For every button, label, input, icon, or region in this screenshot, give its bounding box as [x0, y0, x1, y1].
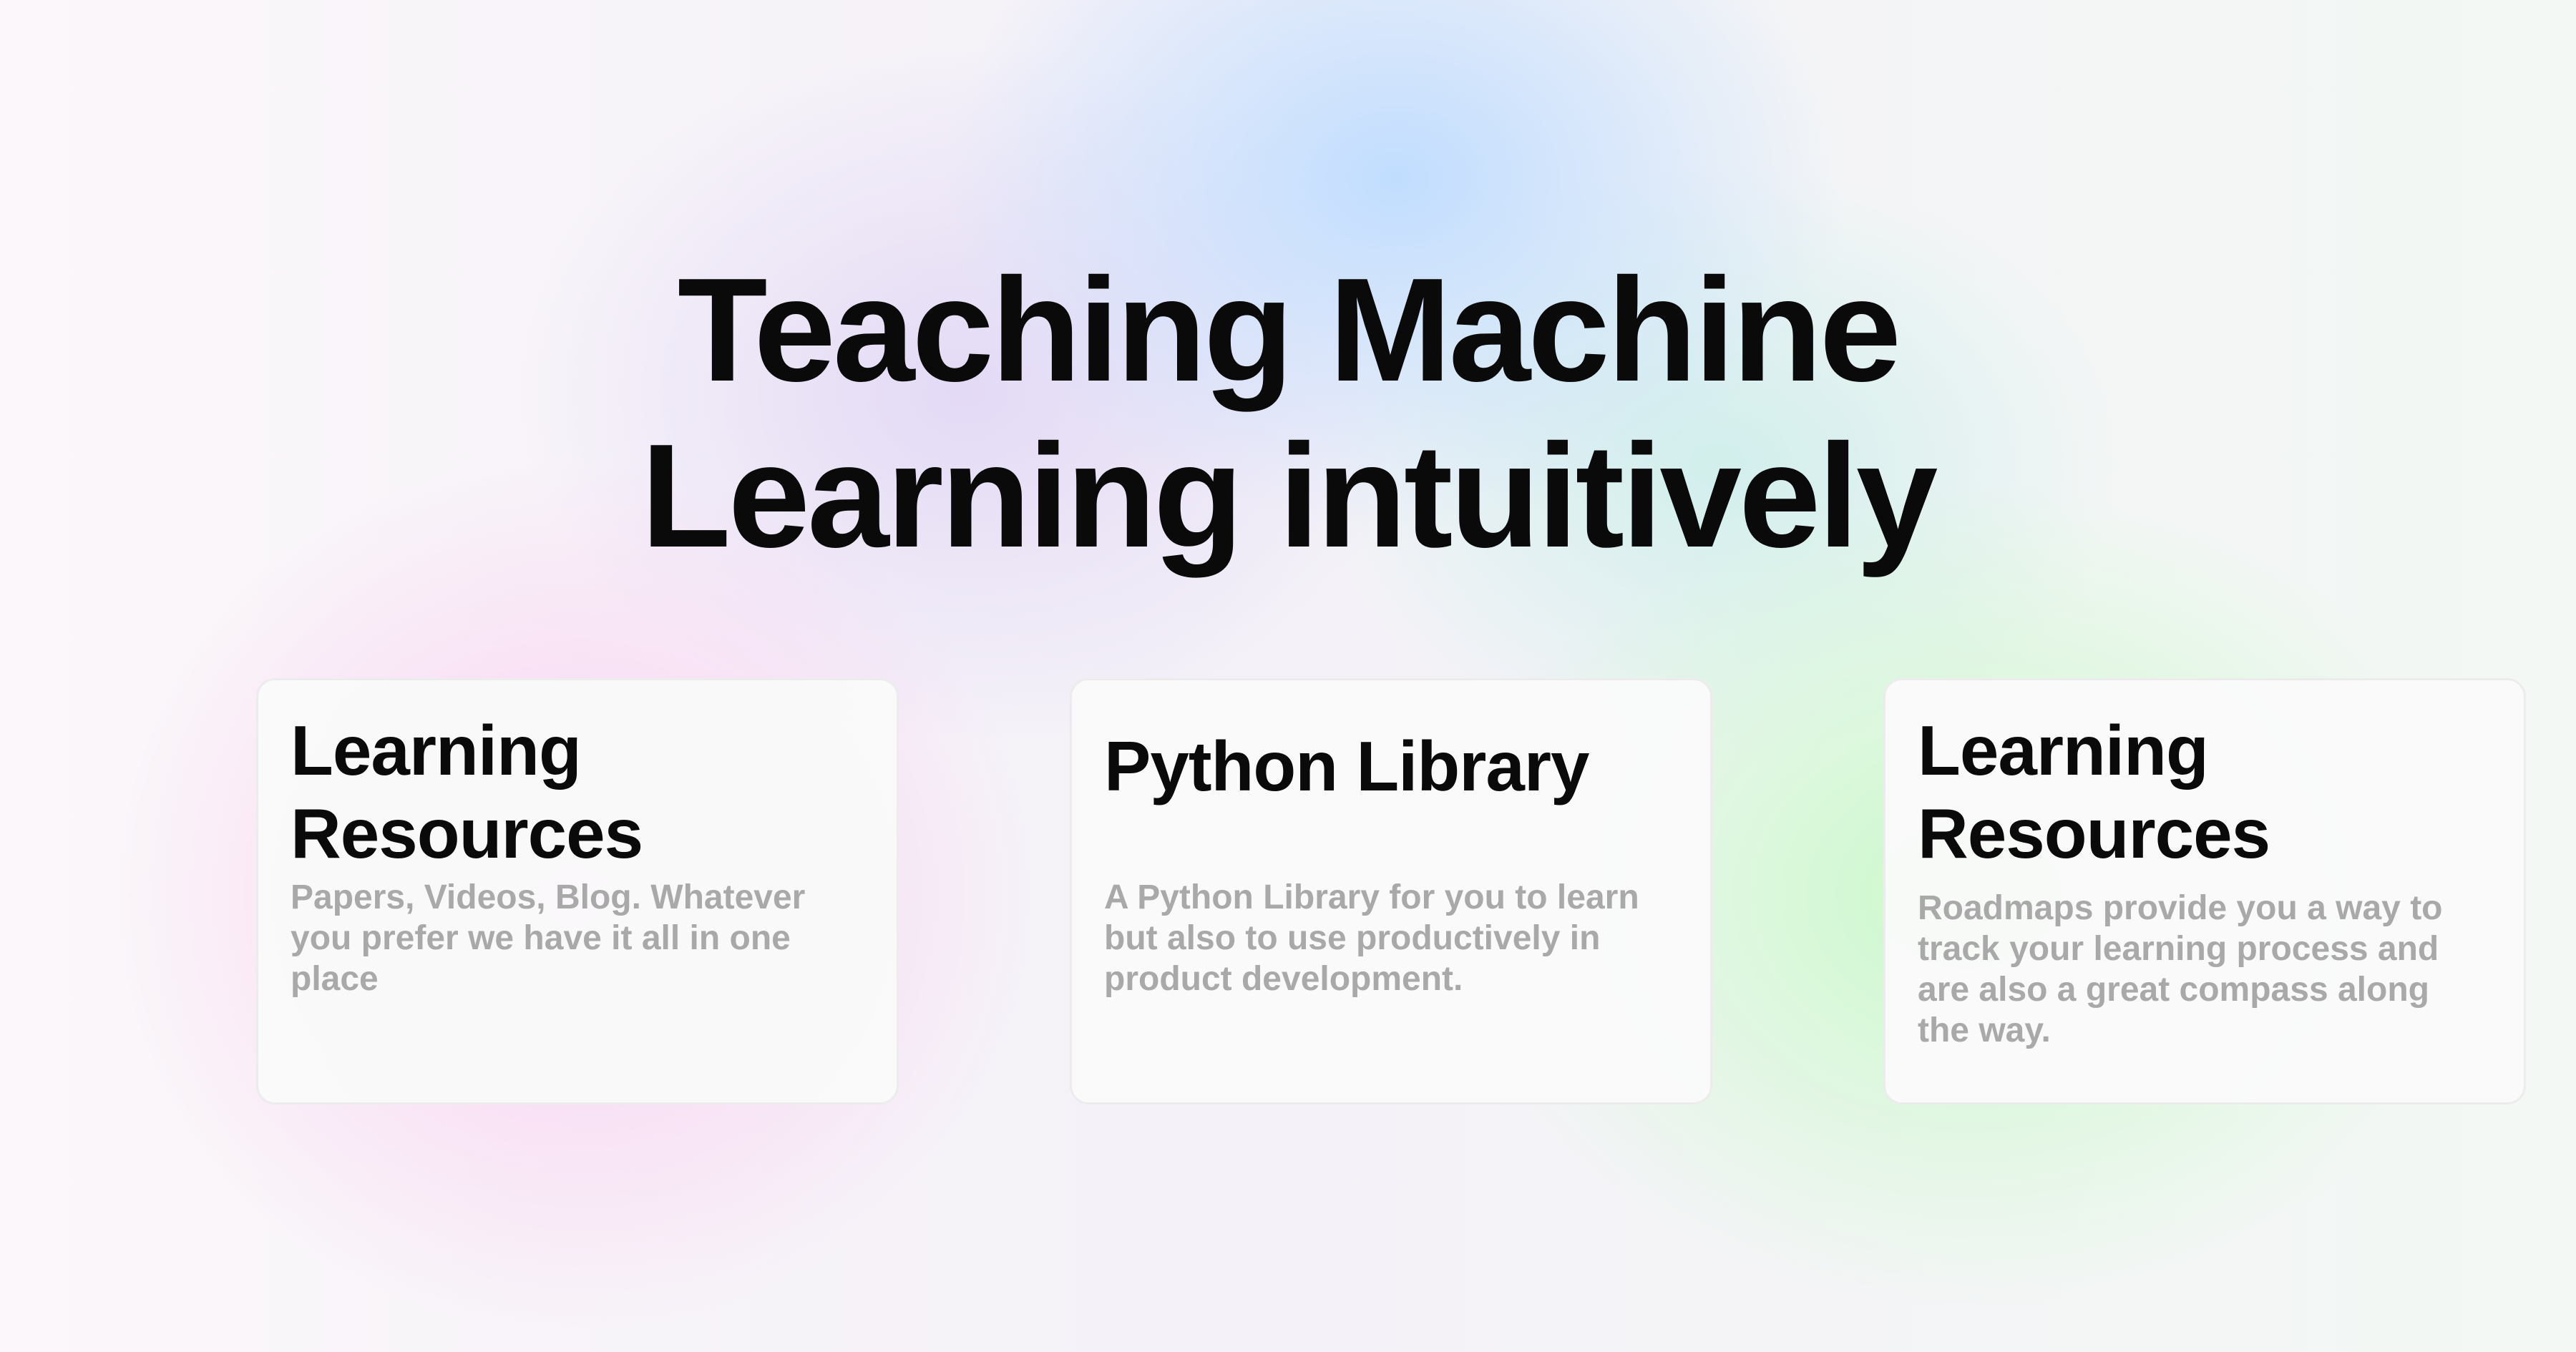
- gradient-background: [0, 0, 2576, 1352]
- card-description: Roadmaps provide you a way to track your…: [1918, 889, 2443, 1049]
- card-title: Learning Resources: [1918, 711, 2270, 873]
- card-description: Papers, Videos, Blog. Whatever you prefe…: [291, 878, 806, 998]
- hero-title-line-2: Learning intuitively: [640, 413, 1938, 578]
- card-description: A Python Library for you to learn but al…: [1104, 878, 1639, 998]
- card-title: Python Library: [1104, 727, 1590, 805]
- hero-title: Teaching Machine Learning intuitively: [0, 247, 2576, 579]
- hero-title-line-1: Teaching Machine: [677, 248, 1901, 412]
- card-python-library[interactable]: Python Library A Python Library for you …: [1070, 678, 1712, 1104]
- card-title: Learning Resources: [291, 711, 643, 873]
- card-learning-resources[interactable]: Learning Resources Papers, Videos, Blog.…: [256, 678, 899, 1104]
- card-roadmaps[interactable]: Learning Resources Roadmaps provide you …: [1883, 678, 2526, 1104]
